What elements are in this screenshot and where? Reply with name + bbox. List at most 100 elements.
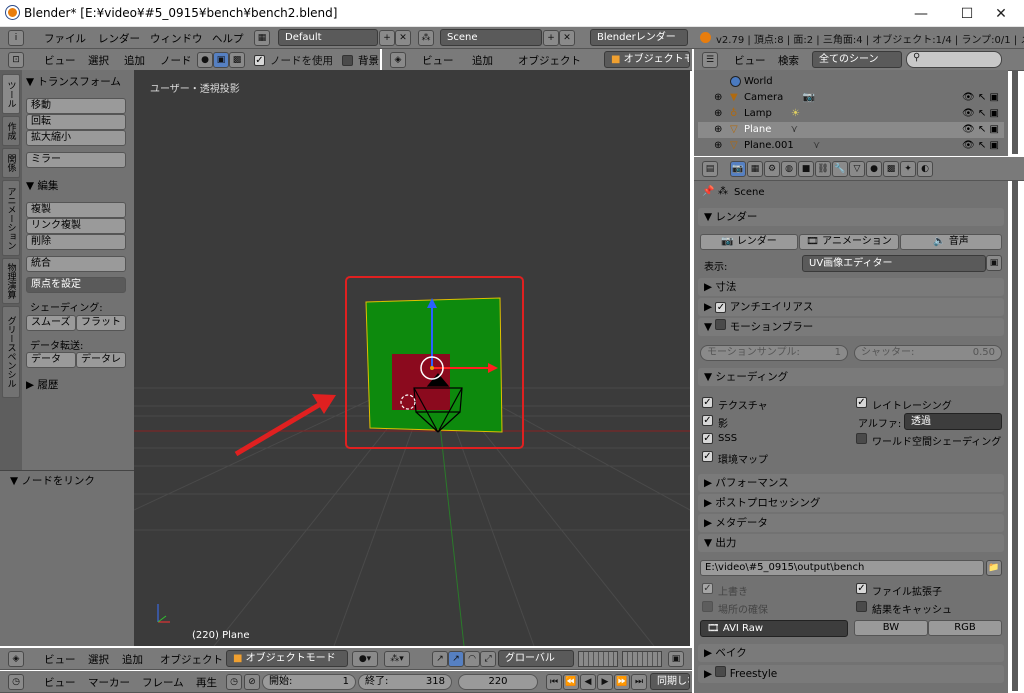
cache-result-checkbox[interactable] [856, 601, 867, 612]
folder-icon[interactable]: 📁 [986, 560, 1002, 576]
freestyle-panel-header[interactable]: ▶ Freestyle [698, 665, 1004, 683]
object-tab-icon[interactable]: ■ [798, 161, 814, 177]
timeline-editor-type-icon[interactable]: ◷ [8, 674, 24, 690]
menu-file[interactable]: ファイル [44, 31, 86, 46]
file-format-select[interactable]: 🎞 AVI Raw [700, 620, 848, 637]
close-button[interactable]: ✕ [978, 0, 1024, 27]
render-icon[interactable]: ▣ [989, 108, 998, 119]
node-menu-add[interactable]: 追加 [124, 53, 145, 68]
constraints-tab-icon[interactable]: ⛓ [815, 161, 831, 177]
render-icon[interactable]: ▣ [989, 140, 998, 151]
transform-panel-header[interactable]: ▼ トランスフォーム [26, 74, 121, 89]
manipulator-toggle-icon[interactable]: ↗ [432, 651, 448, 667]
cursor-icon[interactable]: ↖ [978, 92, 986, 103]
bw-button[interactable]: BW [854, 620, 928, 636]
link-duplicate-button[interactable]: リンク複製 [26, 218, 126, 234]
jump-end-icon[interactable]: ⏭ [631, 674, 647, 690]
shading-panel-header[interactable]: ▼ シェーディング [698, 368, 1004, 386]
footer-menu-select[interactable]: 選択 [88, 652, 109, 667]
link-nodes-header[interactable]: ▼ ノードをリンク [10, 473, 95, 488]
antialias-checkbox[interactable] [715, 302, 727, 313]
start-frame-field[interactable]: 開始: 1 [262, 674, 356, 690]
outliner-search-field[interactable]: ⚲ [906, 51, 1002, 68]
sync-mode-select[interactable]: 同期しな [650, 673, 690, 690]
outliner-row-camera[interactable]: ⊕ ▼ Camera 📷 [698, 90, 1004, 106]
tab-grease-pencil[interactable]: グリースペンシル [2, 306, 20, 398]
modifiers-tab-icon[interactable]: 🔧 [832, 161, 848, 177]
outliner-editor-type-icon[interactable]: ☰ [702, 52, 718, 68]
scene-icon[interactable]: ⁂ [418, 30, 434, 46]
footer-menu-object[interactable]: オブジェクト [160, 652, 223, 667]
placeholders-checkbox[interactable] [702, 601, 713, 612]
layer-buttons-2[interactable] [622, 651, 662, 667]
tab-animation[interactable]: アニメーション [2, 180, 20, 256]
layout-select[interactable]: Default [278, 29, 378, 46]
node-menu-view[interactable]: ビュー [44, 53, 76, 68]
motion-samples-field[interactable]: モーションサンプル: 1 [700, 345, 848, 361]
node-editor-type-icon[interactable]: ⊡ [8, 52, 24, 68]
data-tab-icon[interactable]: ▽ [849, 161, 865, 177]
rgb-button[interactable]: RGB [928, 620, 1002, 636]
view3d-footer-editor-type-icon[interactable]: ◈ [8, 651, 24, 667]
shadows-checkbox[interactable] [702, 415, 713, 426]
render-icon[interactable]: ▣ [989, 92, 998, 103]
outliner-menu-search[interactable]: 検索 [778, 53, 799, 68]
render-icon[interactable]: ▣ [989, 124, 998, 135]
menu-help[interactable]: ヘルプ [212, 31, 244, 46]
scale-button[interactable]: 拡大縮小 [26, 130, 126, 146]
rotate-manipulator-icon[interactable]: ◠ [464, 651, 480, 667]
mode-select[interactable]: ■ オブジェクトモード [226, 650, 348, 667]
eye-icon[interactable]: 👁 [962, 140, 975, 151]
cursor-icon[interactable]: ↖ [978, 140, 986, 151]
rotate-button[interactable]: 回転 [26, 114, 126, 130]
raytracing-checkbox[interactable] [856, 397, 867, 408]
sss-checkbox[interactable] [702, 433, 713, 444]
translate-manipulator-icon[interactable]: ↗ [448, 651, 464, 667]
remove-scene-icon[interactable]: ✕ [559, 30, 575, 46]
delete-button[interactable]: 削除 [26, 234, 126, 250]
add-layout-icon[interactable]: + [379, 30, 395, 46]
next-keyframe-icon[interactable]: ⏩ [614, 674, 630, 690]
view3d-menu-object[interactable]: オブジェクト [518, 53, 581, 68]
use-nodes-checkbox[interactable] [254, 55, 265, 66]
texture-nodes-icon[interactable]: ▩ [229, 52, 245, 68]
outliner-row-plane[interactable]: ⊕ ▽ Plane ⋎ [698, 122, 1004, 138]
timeline-menu-frame[interactable]: フレーム [142, 675, 184, 690]
render-layers-tab-icon[interactable]: ▦ [747, 161, 763, 177]
shader-nodes-icon[interactable]: ● [197, 52, 213, 68]
textures-checkbox[interactable] [702, 397, 713, 408]
edit-panel-header[interactable]: ▼ 編集 [26, 178, 58, 193]
pin-icon[interactable]: 📌 [702, 186, 714, 197]
prev-keyframe-icon[interactable]: ⏪ [563, 674, 579, 690]
move-button[interactable]: 移動 [26, 98, 126, 114]
viewport-3d[interactable]: ユーザー・透視投影 (220) Plane [134, 70, 690, 646]
freestyle-checkbox[interactable] [715, 666, 727, 677]
pivot-point-icon[interactable]: ⁂▾ [384, 651, 410, 667]
outliner-row-world[interactable]: World [698, 74, 1004, 90]
motion-blur-panel-header[interactable]: ▼ モーションブラー [698, 318, 1004, 336]
footer-menu-view[interactable]: ビュー [44, 652, 76, 667]
outliner-row-lamp[interactable]: ⊕ ♁ Lamp ☀ [698, 106, 1004, 122]
layer-buttons-1[interactable] [578, 651, 618, 667]
keying-icon[interactable]: ⊘ [244, 674, 260, 690]
jump-start-icon[interactable]: ⏮ [546, 674, 562, 690]
add-scene-icon[interactable]: + [543, 30, 559, 46]
lock-camera-icon[interactable]: ▣ [668, 651, 684, 667]
preview-range-icon[interactable]: ◷ [226, 674, 242, 690]
output-path-field[interactable]: E:\video\#5_0915\output\bench [700, 560, 984, 576]
timeline-menu-view[interactable]: ビュー [44, 675, 76, 690]
particles-tab-icon[interactable]: ✦ [900, 161, 916, 177]
properties-editor-type-icon[interactable]: ▤ [702, 161, 718, 177]
compositing-nodes-icon[interactable]: ▣ [213, 52, 229, 68]
shutter-field[interactable]: シャッター: 0.50 [854, 345, 1002, 361]
tab-relations[interactable]: 関係 [2, 148, 20, 178]
scene-select[interactable]: Scene [440, 29, 542, 46]
view3d-editor-type-icon[interactable]: ◈ [390, 52, 406, 68]
world-tab-icon[interactable]: ◍ [781, 161, 797, 177]
texture-tab-icon[interactable]: ▩ [883, 161, 899, 177]
eye-icon[interactable]: 👁 [962, 92, 975, 103]
duplicate-button[interactable]: 複製 [26, 202, 126, 218]
eye-icon[interactable]: 👁 [962, 108, 975, 119]
history-panel-header[interactable]: ▶ 履歴 [26, 377, 58, 392]
join-button[interactable]: 統合 [26, 256, 126, 272]
